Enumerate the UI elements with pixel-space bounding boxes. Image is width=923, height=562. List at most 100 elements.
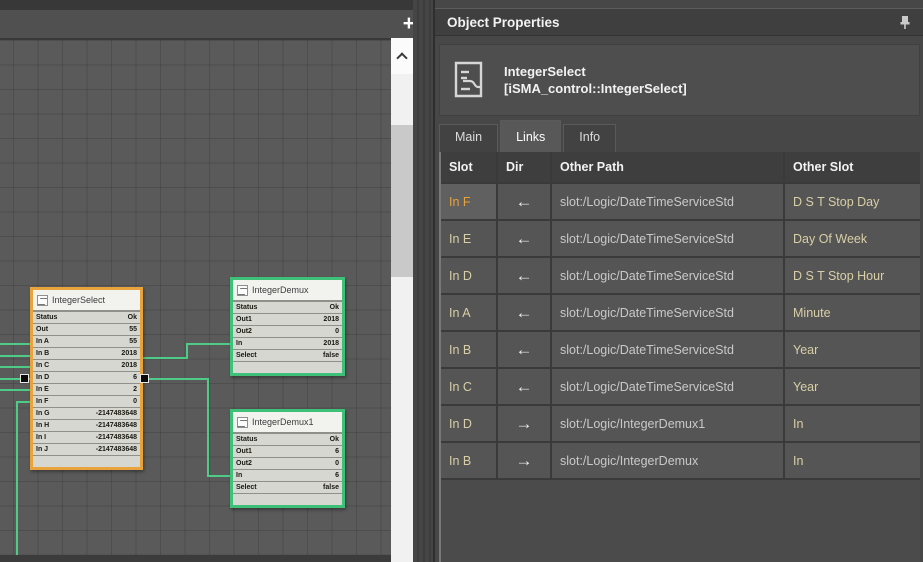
scrollbar-thumb[interactable] <box>391 125 413 277</box>
link-other-slot-cell[interactable]: In <box>785 406 920 441</box>
links-col-header[interactable]: Slot <box>441 152 496 182</box>
vertical-scrollbar[interactable] <box>391 38 413 562</box>
property-value: 2 <box>133 386 137 393</box>
block-property-row[interactable]: Out16 <box>233 446 342 457</box>
link-other-path-cell[interactable]: slot:/Logic/DateTimeServiceStd <box>552 369 783 404</box>
wire-in-b[interactable] <box>0 355 30 357</box>
link-direction-arrow[interactable]: ← <box>498 258 550 293</box>
block-footer <box>233 494 342 505</box>
link-handle-right[interactable] <box>140 374 149 383</box>
mini-block-icon <box>237 417 248 428</box>
link-other-slot-cell[interactable]: Minute <box>785 295 920 330</box>
block-property-row[interactable]: In J-2147483648 <box>33 444 140 455</box>
link-other-path-cell[interactable]: slot:/Logic/DateTimeServiceStd <box>552 221 783 256</box>
scroll-up-button[interactable] <box>391 38 413 74</box>
link-direction-arrow[interactable]: ← <box>498 184 550 219</box>
property-value: false <box>323 352 339 359</box>
wire-in-e[interactable] <box>0 389 30 391</box>
block-property-row[interactable]: In B2018 <box>33 348 140 359</box>
block-title: IntegerDemux1 <box>252 417 314 427</box>
link-other-slot-cell[interactable]: Day Of Week <box>785 221 920 256</box>
push-pin-icon[interactable] <box>899 15 911 30</box>
block-property-row[interactable]: StatusOk <box>233 302 342 313</box>
block-property-row[interactable]: Out12018 <box>233 314 342 325</box>
block-property-row[interactable]: Selectfalse <box>233 482 342 493</box>
wire-to-integerdemux[interactable] <box>142 357 188 359</box>
tab-links[interactable]: Links <box>500 120 561 152</box>
link-slot-cell[interactable]: In A <box>441 295 496 330</box>
link-other-path-cell[interactable]: slot:/Logic/DateTimeServiceStd <box>552 258 783 293</box>
block-property-row[interactable]: StatusOk <box>233 434 342 445</box>
link-slot-cell[interactable]: In D <box>441 258 496 293</box>
block-property-row[interactable]: In A55 <box>33 336 140 347</box>
link-direction-arrow[interactable]: ← <box>498 332 550 367</box>
link-other-path-cell[interactable]: slot:/Logic/DateTimeServiceStd <box>552 295 783 330</box>
link-slot-cell[interactable]: In C <box>441 369 496 404</box>
link-other-slot-cell[interactable]: D S T Stop Hour <box>785 258 920 293</box>
link-direction-arrow[interactable]: → <box>498 406 550 441</box>
block-property-row[interactable]: Selectfalse <box>233 350 342 361</box>
block-property-row[interactable]: In H-2147483648 <box>33 420 140 431</box>
links-col-header[interactable]: Other Slot <box>785 152 920 182</box>
wire-in-a[interactable] <box>0 343 30 345</box>
object-type: [iSMA_control::IntegerSelect] <box>504 80 687 97</box>
property-value: -2147483648 <box>96 410 137 417</box>
wire-sheet-area: + IntegerSelect <box>0 0 433 562</box>
block-property-row[interactable]: In6 <box>233 470 342 481</box>
link-direction-arrow[interactable]: ← <box>498 295 550 330</box>
property-label: In E <box>36 386 49 393</box>
block-property-row[interactable]: In2018 <box>233 338 342 349</box>
link-other-path-cell[interactable]: slot:/Logic/IntegerDemux <box>552 443 783 478</box>
block-title: IntegerSelect <box>52 295 105 305</box>
link-other-slot-cell[interactable]: Year <box>785 369 920 404</box>
wire-to-integerdemux1[interactable] <box>207 475 230 477</box>
link-slot-cell[interactable]: In E <box>441 221 496 256</box>
property-label: In I <box>36 434 46 441</box>
link-handle-left[interactable] <box>20 374 29 383</box>
link-other-path-cell[interactable]: slot:/Logic/DateTimeServiceStd <box>552 332 783 367</box>
wire-in-f[interactable] <box>16 401 30 403</box>
wire-in-c[interactable] <box>0 366 30 368</box>
block-property-row[interactable]: In C2018 <box>33 360 140 371</box>
wire-in-f[interactable] <box>16 401 18 557</box>
link-direction-arrow[interactable]: ← <box>498 369 550 404</box>
panel-title: Object Properties <box>447 15 560 30</box>
wire-to-integerdemux[interactable] <box>186 343 188 359</box>
link-other-path-cell[interactable]: slot:/Logic/IntegerDemux1 <box>552 406 783 441</box>
links-col-header[interactable]: Other Path <box>552 152 783 182</box>
wire-to-integerdemux1[interactable] <box>149 378 209 380</box>
tab-info[interactable]: Info <box>563 124 616 152</box>
block-property-row[interactable]: In E 2 <box>33 384 140 395</box>
property-value: -2147483648 <box>96 434 137 441</box>
wire-sheet-window: + IntegerSelect <box>0 0 923 562</box>
block-integerdemux[interactable]: IntegerDemux StatusOkOut12018Out20In2018… <box>230 277 345 376</box>
wire-sheet-canvas[interactable]: IntegerSelect StatusOkOut55In A55In B201… <box>0 38 391 555</box>
block-property-row[interactable]: Out55 <box>33 324 140 335</box>
link-direction-arrow[interactable]: → <box>498 443 550 478</box>
wire-to-integerdemux[interactable] <box>186 343 230 345</box>
block-property-row[interactable]: Out20 <box>233 458 342 469</box>
object-name: IntegerSelect <box>504 63 687 80</box>
property-label: Out1 <box>236 316 252 323</box>
link-direction-arrow[interactable]: ← <box>498 221 550 256</box>
link-other-path-cell[interactable]: slot:/Logic/DateTimeServiceStd <box>552 184 783 219</box>
block-property-row[interactable]: In I -2147483648 <box>33 432 140 443</box>
panel-splitter[interactable] <box>413 0 433 562</box>
links-col-header[interactable]: Dir <box>498 152 550 182</box>
link-other-slot-cell[interactable]: D S T Stop Day <box>785 184 920 219</box>
link-other-slot-cell[interactable]: In <box>785 443 920 478</box>
block-property-row[interactable]: Out20 <box>233 326 342 337</box>
block-property-row[interactable]: In G-2147483648 <box>33 408 140 419</box>
block-property-row[interactable]: In F0 <box>33 396 140 407</box>
block-integerselect[interactable]: IntegerSelect StatusOkOut55In A55In B201… <box>30 287 143 470</box>
link-slot-cell[interactable]: In F <box>441 184 496 219</box>
block-integerdemux1[interactable]: IntegerDemux1 StatusOkOut16Out20In6Selec… <box>230 409 345 508</box>
wire-to-integerdemux1[interactable] <box>207 378 209 477</box>
tab-main[interactable]: Main <box>439 124 498 152</box>
link-slot-cell[interactable]: In B <box>441 332 496 367</box>
link-other-slot-cell[interactable]: Year <box>785 332 920 367</box>
block-property-row[interactable]: In D6 <box>33 372 140 383</box>
block-property-row[interactable]: StatusOk <box>33 312 140 323</box>
link-slot-cell[interactable]: In B <box>441 443 496 478</box>
link-slot-cell[interactable]: In D <box>441 406 496 441</box>
